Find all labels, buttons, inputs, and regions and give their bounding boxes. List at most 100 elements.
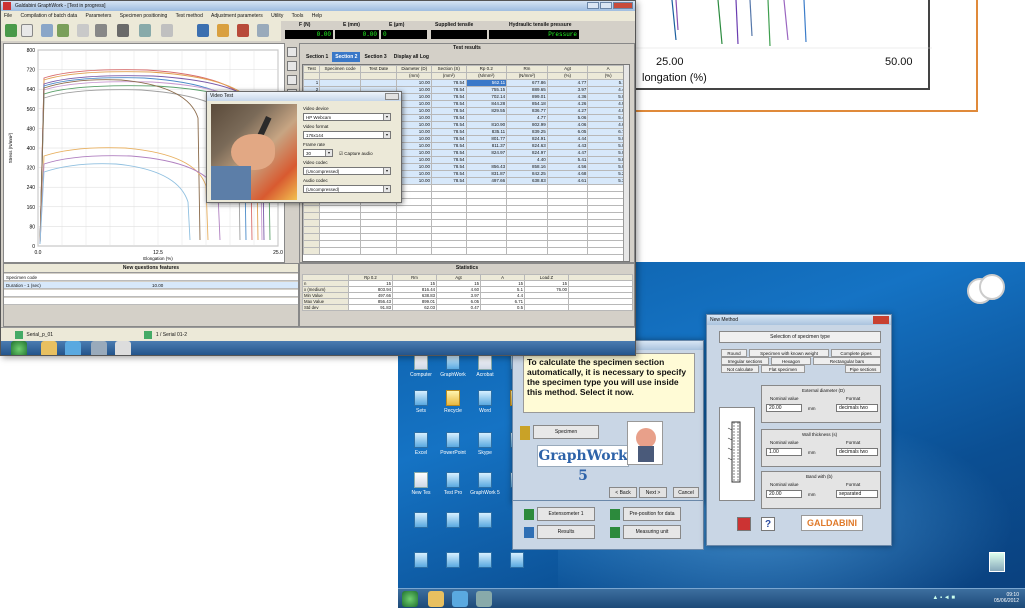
table-cell[interactable]: 858.16 <box>506 163 548 171</box>
results-column-header[interactable]: Section (S) <box>430 65 467 73</box>
table-cell[interactable]: 78.54 <box>430 170 467 178</box>
table-cell[interactable]: 4.44 <box>546 135 589 143</box>
table-cell[interactable]: 824.63 <box>506 142 548 150</box>
results-column-header[interactable]: Test <box>303 65 321 73</box>
graph-icon[interactable] <box>57 24 69 37</box>
tab-display-log[interactable]: Display all Log <box>391 52 432 62</box>
taskbar-clock[interactable]: 09:10 05/06/2012 <box>994 592 1019 604</box>
tab-section-3[interactable]: Section 3 <box>361 52 389 62</box>
results-column-header[interactable]: Rm <box>506 65 548 73</box>
extensometer-button[interactable]: Extensometer 1 <box>524 507 595 521</box>
table-cell[interactable]: 4.36 <box>546 93 589 101</box>
table-cell[interactable]: 4.77 <box>506 114 548 122</box>
table-cell[interactable]: 824.97 <box>465 149 508 157</box>
desktop-icon[interactable]: Test Pro <box>436 472 470 496</box>
tab-round[interactable]: Round <box>721 349 747 357</box>
table-cell[interactable]: 1 <box>303 79 321 87</box>
start-test-icon[interactable] <box>5 24 17 37</box>
table-cell[interactable]: 702.14 <box>465 93 508 101</box>
table-cell[interactable]: 10.00 <box>396 149 432 157</box>
table-cell[interactable]: 854.18 <box>506 100 548 108</box>
table-cell[interactable]: 10.00 <box>396 142 432 150</box>
desktop-icon[interactable]: Skype <box>468 432 502 456</box>
menu-parameters[interactable]: Parameters <box>86 13 112 19</box>
tab-section-2[interactable]: Section 2 <box>332 52 361 62</box>
desktop-icon[interactable]: GraphWork 5 <box>468 472 502 496</box>
recycle-bin-icon[interactable] <box>989 552 1005 572</box>
table-cell[interactable]: 4.68 <box>546 170 589 178</box>
tab-flat[interactable]: Flat specimen <box>761 365 805 373</box>
specimen-button[interactable]: Specimen <box>520 425 599 440</box>
back-button[interactable]: < Back <box>609 487 637 498</box>
desktop-icon[interactable]: Sets <box>404 390 438 414</box>
zoom-in-icon[interactable] <box>287 75 297 85</box>
table-cell[interactable]: 78.54 <box>430 86 467 94</box>
video-codec-select[interactable]: (Uncompressed) ▾ <box>303 167 391 175</box>
table-cell[interactable]: 78.54 <box>430 107 467 115</box>
taskbar-explorer-icon[interactable] <box>41 341 57 355</box>
table-cell[interactable]: 10.00 <box>396 121 432 129</box>
cancel-button[interactable]: Cancel <box>673 487 699 498</box>
taskbar-ie-icon[interactable] <box>452 591 468 607</box>
start-button[interactable] <box>11 341 27 355</box>
desktop-icon[interactable]: Computer <box>404 354 438 378</box>
table-cell[interactable]: 4.06 <box>546 121 589 129</box>
print-icon[interactable] <box>117 24 129 37</box>
table-cell[interactable]: 562.11 <box>465 79 508 87</box>
table-cell[interactable]: 10.00 <box>396 86 432 94</box>
table-cell[interactable]: 78.54 <box>430 163 467 171</box>
audio-codec-select[interactable]: (Uncompressed) ▾ <box>303 185 391 193</box>
table-cell[interactable]: 78.54 <box>430 121 467 129</box>
table-cell[interactable]: 497.66 <box>465 177 508 185</box>
video-format-select[interactable]: 176x144 ▾ <box>303 131 391 139</box>
desktop-icon[interactable]: Acrobat <box>468 354 502 378</box>
menu-utility[interactable]: Utility <box>271 13 283 19</box>
exit-icon[interactable] <box>737 517 751 531</box>
results-button[interactable]: Results <box>524 525 595 539</box>
desktop-icon[interactable] <box>404 512 438 530</box>
results-column-header[interactable]: Test Date <box>359 65 398 73</box>
list-icon[interactable] <box>257 24 269 37</box>
table-cell[interactable]: 10.00 <box>396 93 432 101</box>
table-row[interactable]: 110.0078.54562.11677.864.775.11 <box>303 79 629 87</box>
help-icon[interactable] <box>197 24 209 37</box>
wall-thickness-format-select[interactable]: decimals two <box>836 448 878 456</box>
external-diameter-input[interactable]: 20.00 <box>766 404 802 412</box>
desktop-icon[interactable] <box>468 552 502 570</box>
table-cell[interactable]: 829.55 <box>465 107 508 115</box>
menu-specimen-positioning[interactable]: Specimen positioning <box>120 13 168 19</box>
frame-rate-select[interactable]: 30 ▾ <box>303 149 333 157</box>
table-cell[interactable]: 824.91 <box>506 135 548 143</box>
menu-tools[interactable]: Tools <box>292 13 304 19</box>
tab-hexagon[interactable]: Hexagon <box>771 357 811 365</box>
table-icon[interactable] <box>95 24 107 37</box>
minimize-icon[interactable] <box>587 2 599 9</box>
maximize-icon[interactable] <box>600 2 612 9</box>
table-cell[interactable]: 835.11 <box>465 128 508 136</box>
desktop-icon[interactable]: PowerPoint <box>436 432 470 456</box>
table-cell[interactable]: 899.01 <box>506 93 548 101</box>
results-column-header[interactable]: Rp 0.2 <box>465 65 508 73</box>
menu-help[interactable]: Help <box>312 13 322 19</box>
ruler-icon[interactable] <box>77 24 89 37</box>
table-cell[interactable]: 844.28 <box>465 100 508 108</box>
results-scrollbar[interactable] <box>623 65 629 261</box>
table-cell[interactable]: 4.77 <box>546 79 589 87</box>
table-cell[interactable]: 4.61 <box>546 177 589 185</box>
table-cell[interactable]: 78.54 <box>430 93 467 101</box>
tab-rectangular[interactable]: Rectangular bars <box>813 357 881 365</box>
preposition-button[interactable]: Pre-position for data <box>610 507 681 521</box>
table-cell[interactable]: 4.40 <box>506 156 548 164</box>
table-cell[interactable] <box>465 114 508 122</box>
tab-irregular[interactable]: Irregular sections <box>721 357 769 365</box>
table-cell[interactable]: 4.43 <box>546 142 589 150</box>
taskbar-graphwork-icon[interactable] <box>91 341 107 355</box>
taskbar-media-icon[interactable] <box>65 341 81 355</box>
settings-icon[interactable] <box>139 24 151 37</box>
pan-icon[interactable] <box>287 61 297 71</box>
table-cell[interactable]: 10.00 <box>396 107 432 115</box>
tab-complete-pipes[interactable]: Complete pipes <box>831 349 881 357</box>
table-cell[interactable]: 10.00 <box>396 114 432 122</box>
table-cell[interactable]: 78.54 <box>430 149 467 157</box>
video-device-select[interactable]: HP Webcam ▾ <box>303 113 391 121</box>
